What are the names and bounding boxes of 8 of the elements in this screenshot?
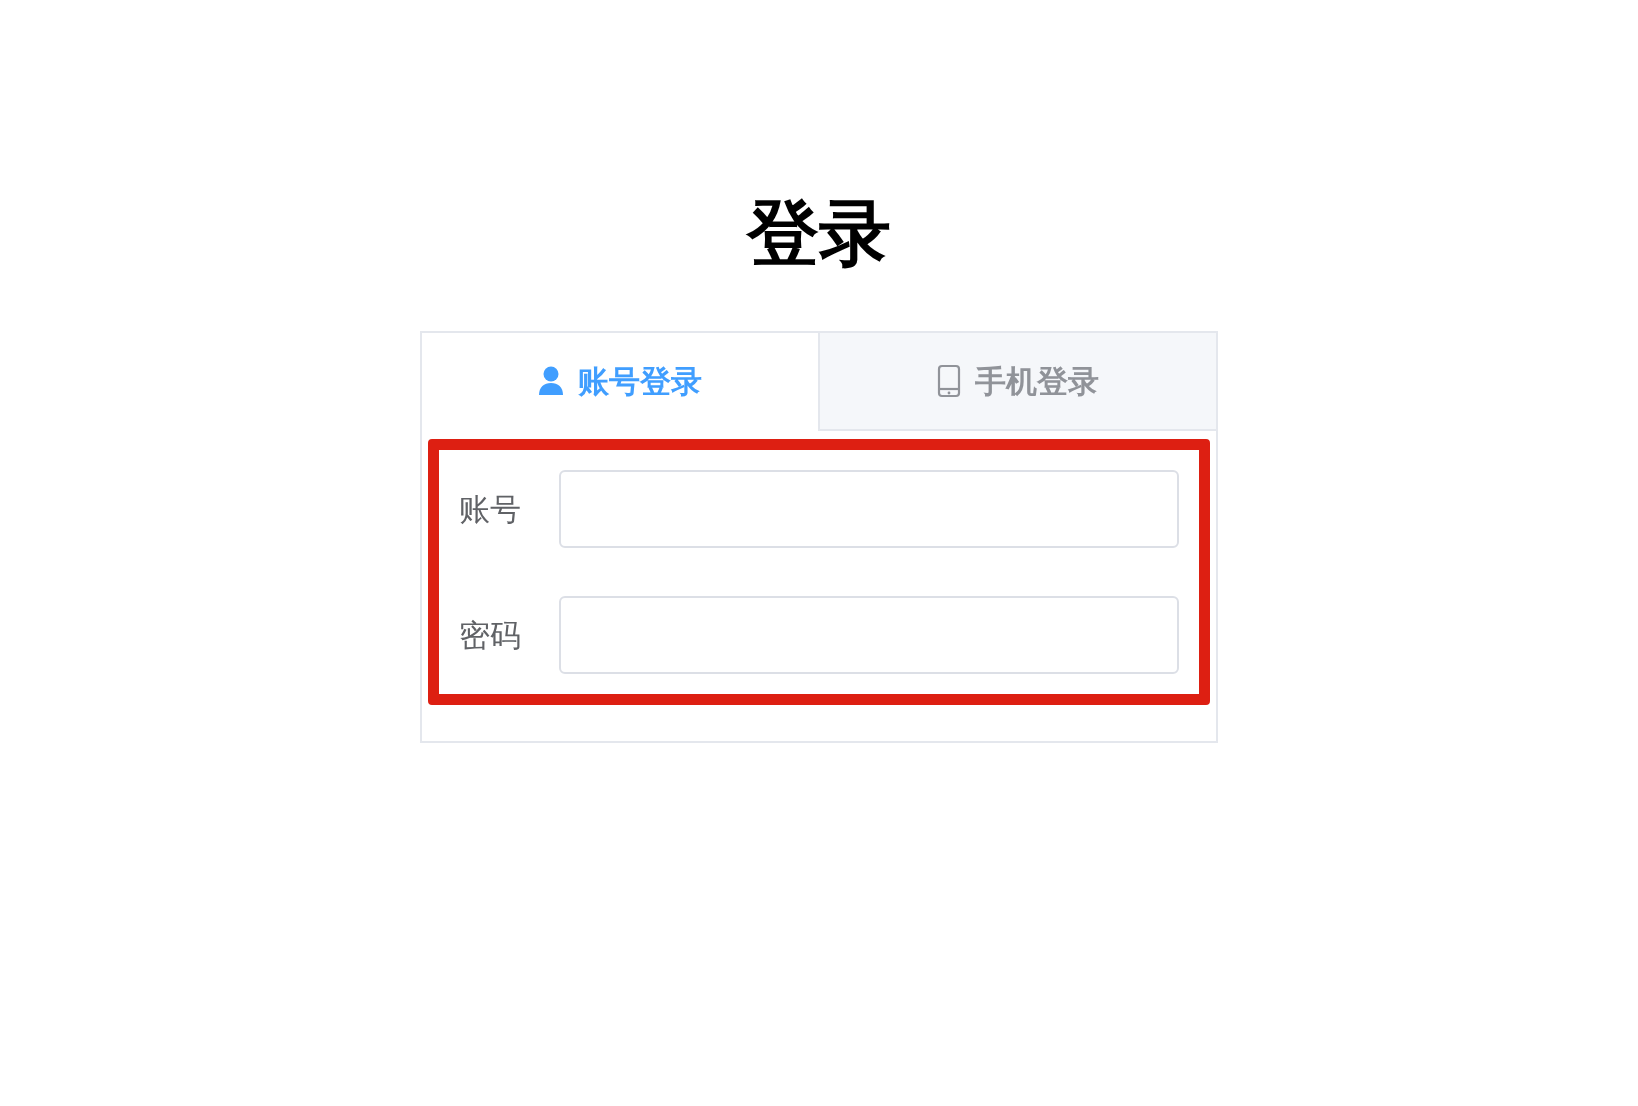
page-title: 登录 bbox=[747, 190, 891, 277]
user-icon bbox=[538, 366, 564, 397]
field-label: 账号 bbox=[459, 490, 522, 530]
input-field[interactable] bbox=[559, 596, 1179, 675]
phone-icon bbox=[937, 364, 961, 399]
field-label: 密码 bbox=[459, 616, 522, 656]
input-field[interactable] bbox=[559, 470, 1179, 549]
login-tab[interactable]: 手机登录 bbox=[818, 333, 1216, 432]
